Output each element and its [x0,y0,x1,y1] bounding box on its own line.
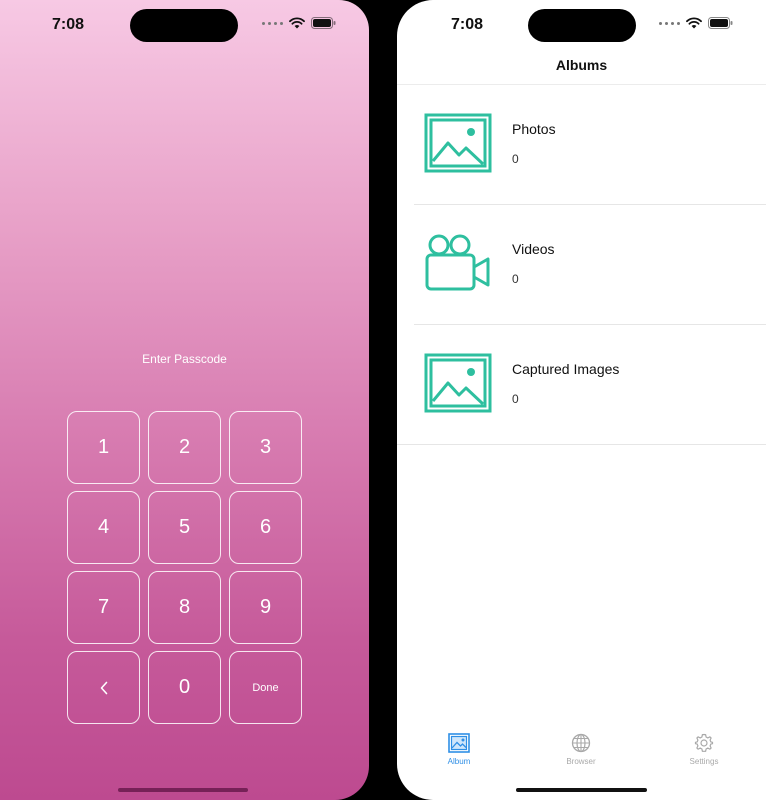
key-0[interactable]: 0 [148,651,221,724]
key-2[interactable]: 2 [148,411,221,484]
battery-icon [708,17,733,29]
key-6[interactable]: 6 [229,491,302,564]
album-count: 0 [512,152,519,166]
photo-icon [424,113,492,173]
home-indicator[interactable] [118,788,248,792]
status-bar: 7:08 [397,0,766,48]
key-3[interactable]: 3 [229,411,302,484]
status-icons [262,17,336,29]
wifi-icon [686,17,702,29]
photo-icon [424,353,492,413]
tab-label: Album [447,757,471,766]
row-divider [397,444,766,445]
home-indicator[interactable] [516,788,647,792]
done-key[interactable]: Done [229,651,302,724]
key-1[interactable]: 1 [67,411,140,484]
screenshot-stage: 7:08 Enter Passcode 1 2 3 4 5 6 7 8 9 0 … [0,0,766,800]
signal-dots-icon [262,21,283,25]
wifi-icon [289,17,305,29]
album-row-captured-images[interactable]: Captured Images 0 [397,325,766,445]
page-title: Albums [555,57,608,73]
globe-icon [571,733,591,753]
status-bar: 7:08 [0,0,369,48]
battery-icon [311,17,336,29]
album-title: Photos [512,121,556,137]
dynamic-island [130,9,238,42]
album-title: Videos [512,241,555,257]
passcode-screen: 7:08 Enter Passcode 1 2 3 4 5 6 7 8 9 0 … [0,0,369,800]
signal-dots-icon [659,21,680,25]
tab-settings[interactable]: Settings [664,728,744,766]
backspace-key[interactable] [67,651,140,724]
tab-label: Settings [689,757,719,766]
video-camera-icon [425,234,490,291]
tab-bar: Album Browser Settings [397,728,766,778]
tab-album[interactable]: Album [419,728,499,766]
status-time: 7:08 [451,16,484,33]
chevron-left-icon [100,681,107,694]
status-icons [659,17,733,29]
status-time: 7:08 [52,16,85,33]
album-title: Captured Images [512,361,620,377]
key-9[interactable]: 9 [229,571,302,644]
key-5[interactable]: 5 [148,491,221,564]
album-row-photos[interactable]: Photos 0 [397,85,766,205]
key-7[interactable]: 7 [67,571,140,644]
tab-label: Browser [566,757,596,766]
dynamic-island [528,9,636,42]
passcode-keypad: 1 2 3 4 5 6 7 8 9 0 Done [67,411,302,724]
key-8[interactable]: 8 [148,571,221,644]
album-list: Photos 0 Videos 0 Captured Images 0 [397,85,766,445]
gear-icon [694,733,714,752]
album-row-videos[interactable]: Videos 0 [397,205,766,325]
key-4[interactable]: 4 [67,491,140,564]
album-tab-icon [448,733,470,753]
passcode-prompt: Enter Passcode [142,352,227,366]
tab-browser[interactable]: Browser [541,728,621,766]
album-count: 0 [512,392,519,406]
album-count: 0 [512,272,519,286]
albums-screen: 7:08 Albums Photos 0 Videos 0 Captured I… [397,0,766,800]
